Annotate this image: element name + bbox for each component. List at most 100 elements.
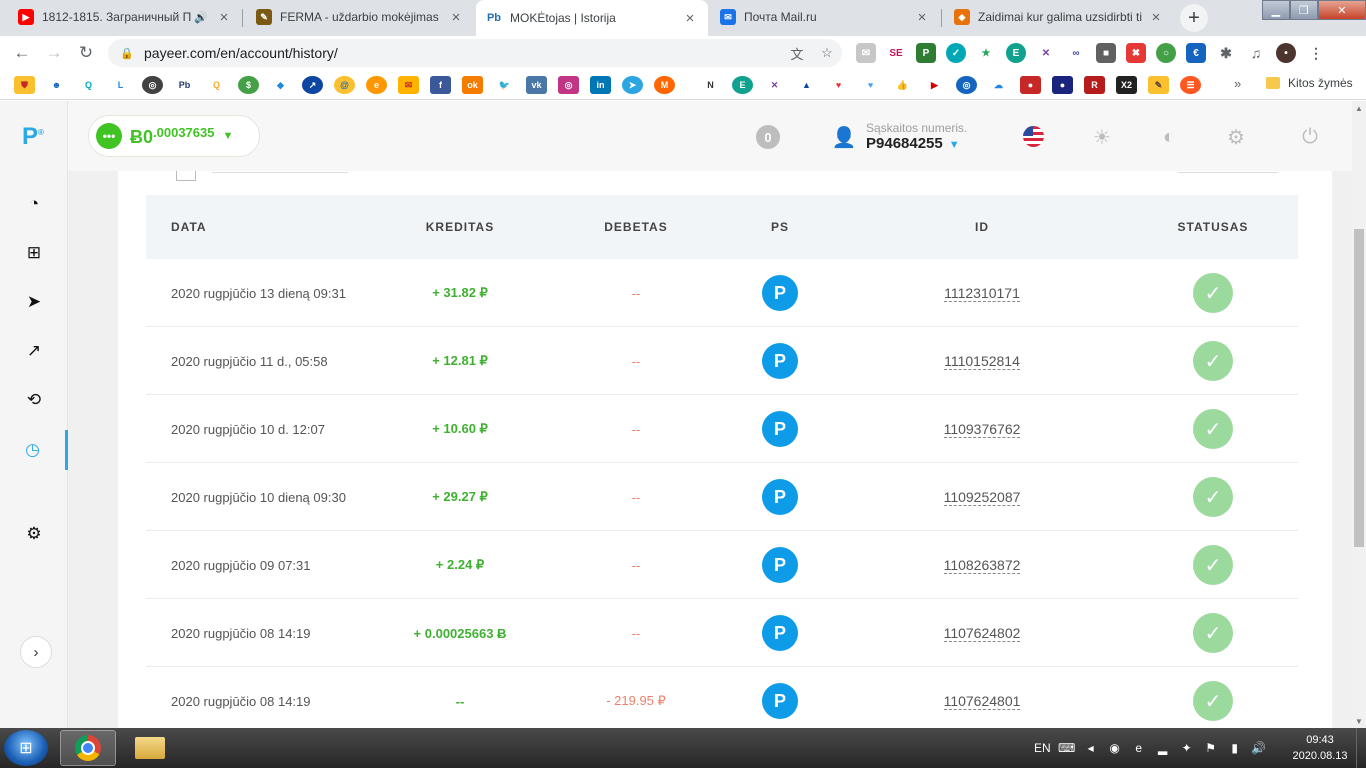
bookmark-face-icon[interactable]: ☻ xyxy=(46,76,67,94)
sidebar-item-transfer[interactable]: ➤ xyxy=(0,282,68,322)
bookmark-blue-heart-icon[interactable]: ♥ xyxy=(860,76,881,94)
bookmark-dark-icon[interactable]: ● xyxy=(1052,76,1073,94)
transaction-id-link[interactable]: 1112310171 xyxy=(944,285,1020,302)
extension-cube-icon[interactable]: ■ xyxy=(1096,43,1116,63)
chrome-tray-icon[interactable]: ◉ xyxy=(1107,740,1123,756)
bookmark-e-icon[interactable]: E xyxy=(732,76,753,94)
payeer-system-icon[interactable]: P xyxy=(762,411,798,447)
payeer-system-icon[interactable]: P xyxy=(762,683,798,719)
battery-icon[interactable]: ▮ xyxy=(1227,740,1243,756)
us-flag-icon[interactable] xyxy=(1023,126,1044,147)
payeer-system-icon[interactable]: P xyxy=(762,343,798,379)
transaction-id-link[interactable]: 1110152814 xyxy=(944,353,1020,370)
status-success-check-icon[interactable]: ✓ xyxy=(1193,409,1233,449)
bookmark-n-icon[interactable]: N xyxy=(700,76,721,94)
sidebar-item-add-funds[interactable]: ⊞ xyxy=(0,233,68,273)
column-header-status[interactable]: STATUSAS xyxy=(1133,195,1293,259)
scroll-thumb[interactable] xyxy=(1354,229,1364,547)
bookmark-qiwi-icon[interactable]: Q xyxy=(206,76,227,94)
app-tray-icon[interactable]: ✦ xyxy=(1179,740,1195,756)
bookmark-red-icon[interactable]: ● xyxy=(1020,76,1041,94)
calendar-icon[interactable] xyxy=(176,171,196,181)
bookmark-at-icon[interactable]: @ xyxy=(334,76,355,94)
taskbar-chrome[interactable] xyxy=(60,730,116,766)
translate-icon[interactable]: 文 xyxy=(782,44,812,63)
bookmark-ok-icon[interactable]: ok xyxy=(462,76,483,94)
extension-e-icon[interactable]: E xyxy=(1006,43,1026,63)
transaction-id-link[interactable]: 1107624802 xyxy=(943,625,1021,642)
tab-close-icon[interactable]: × xyxy=(682,10,698,27)
column-header-date[interactable]: DATA xyxy=(171,195,207,259)
tab-close-icon[interactable]: × xyxy=(914,9,930,26)
payeer-system-icon[interactable]: P xyxy=(762,547,798,583)
extensions-puzzle-icon[interactable]: ✱ xyxy=(1216,43,1236,63)
payeer-system-icon[interactable]: P xyxy=(762,275,798,311)
sidebar-item-exchange[interactable]: ⟲ xyxy=(0,380,68,420)
date-filter-field[interactable] xyxy=(212,172,348,173)
network-tray-icon[interactable]: e xyxy=(1131,740,1147,756)
sidebar-item-history[interactable]: ◷ xyxy=(0,430,68,470)
transaction-id-link[interactable]: 1108263872 xyxy=(943,557,1021,574)
sidebar-item-dashboard[interactable]: ◔ xyxy=(0,184,68,224)
flag-tray-icon[interactable]: ⚑ xyxy=(1203,740,1219,756)
status-success-check-icon[interactable]: ✓ xyxy=(1193,613,1233,653)
status-success-check-icon[interactable]: ✓ xyxy=(1193,341,1233,381)
arrow-tray-icon[interactable]: ◂ xyxy=(1083,740,1099,756)
status-success-check-icon[interactable]: ✓ xyxy=(1193,273,1233,313)
bookmark-fire-icon[interactable]: ☰ xyxy=(1180,76,1201,94)
scroll-up-icon[interactable]: ▲ xyxy=(1352,101,1366,115)
back-icon[interactable]: ← xyxy=(10,41,34,65)
transaction-id-link[interactable]: 1107624801 xyxy=(943,693,1021,710)
sidebar-item-settings[interactable]: ⚙ xyxy=(0,514,68,554)
taskbar-explorer[interactable] xyxy=(122,730,178,766)
column-header-credit[interactable]: KREDITAS xyxy=(380,195,540,259)
media-control-icon[interactable]: ♫ xyxy=(1246,43,1266,63)
support-chat-icon[interactable]: ◐ xyxy=(1157,125,1181,149)
minimize-icon[interactable]: ▁ xyxy=(1262,0,1290,20)
extension-check-icon[interactable]: ✓ xyxy=(946,43,966,63)
bookmark-linkedin-icon[interactable]: in xyxy=(590,76,611,94)
forward-icon[interactable]: → xyxy=(42,41,66,65)
url-text[interactable]: payeer.com/en/account/history/ xyxy=(144,45,782,61)
extension-euro-icon[interactable]: € xyxy=(1186,43,1206,63)
bookmark-payeer-icon[interactable]: Pb xyxy=(174,76,195,94)
status-success-check-icon[interactable]: ✓ xyxy=(1193,545,1233,585)
bookmark-shield-icon[interactable]: ⛊ xyxy=(14,76,35,94)
bookmark-globe-icon[interactable]: ◎ xyxy=(142,76,163,94)
reload-icon[interactable]: ↻ xyxy=(74,41,98,65)
sun-icon[interactable]: ☀ xyxy=(1090,125,1114,149)
payeer-logo[interactable]: P® xyxy=(22,123,44,151)
transaction-id-link[interactable]: 1109252087 xyxy=(943,489,1021,506)
profile-avatar[interactable]: • xyxy=(1276,43,1296,63)
bookmark-triangle-icon[interactable]: ▲ xyxy=(796,76,817,94)
bookmark-lrt-icon[interactable]: L xyxy=(110,76,131,94)
search-filter-field[interactable] xyxy=(1178,172,1278,173)
tab-close-icon[interactable]: × xyxy=(448,9,464,26)
bookmark-cloud-icon[interactable]: ☁ xyxy=(988,76,1009,94)
keyboard-icon[interactable]: ⌨ xyxy=(1058,740,1075,756)
bookmark-x2-icon[interactable]: X2 xyxy=(1116,76,1137,94)
bookmark-x-icon[interactable]: ✕ xyxy=(764,76,785,94)
bookmark-target-icon[interactable]: ◎ xyxy=(956,76,977,94)
bookmark-facebook-icon[interactable]: f xyxy=(430,76,451,94)
bookmark-q-icon[interactable]: Q xyxy=(78,76,99,94)
address-bar[interactable]: 🔒 payeer.com/en/account/history/ 文 ☆ xyxy=(108,39,842,67)
start-button[interactable]: ⊞ xyxy=(4,730,48,766)
extension-p-icon[interactable]: P xyxy=(916,43,936,63)
account-selector[interactable]: 👤 Sąskaitos numeris. P94684255 ▼ xyxy=(832,121,968,153)
browser-tab-games[interactable]: ◆ Zaidimai kur galima uzsidirbti ti × xyxy=(944,0,1174,34)
page-scrollbar[interactable]: ▲ ▼ xyxy=(1352,101,1366,728)
bookmark-monero-icon[interactable]: M xyxy=(654,76,675,94)
column-header-ps[interactable]: PS xyxy=(740,195,820,259)
extension-star-icon[interactable]: ★ xyxy=(976,43,996,63)
lock-icon[interactable]: 🔒 xyxy=(120,47,134,60)
bookmarks-overflow[interactable]: » xyxy=(1234,76,1241,91)
audio-playing-icon[interactable]: 🔊 xyxy=(194,11,208,24)
extension-link-icon[interactable]: ∞ xyxy=(1066,43,1086,63)
tab-close-icon[interactable]: × xyxy=(216,9,232,26)
bookmark-play-icon[interactable]: ▶ xyxy=(924,76,945,94)
signal-icon[interactable]: ▂ xyxy=(1155,740,1171,756)
extension-circle-icon[interactable]: ○ xyxy=(1156,43,1176,63)
power-icon[interactable]: ⏻ xyxy=(1298,125,1322,149)
transaction-id-link[interactable]: 1109376762 xyxy=(943,421,1021,438)
